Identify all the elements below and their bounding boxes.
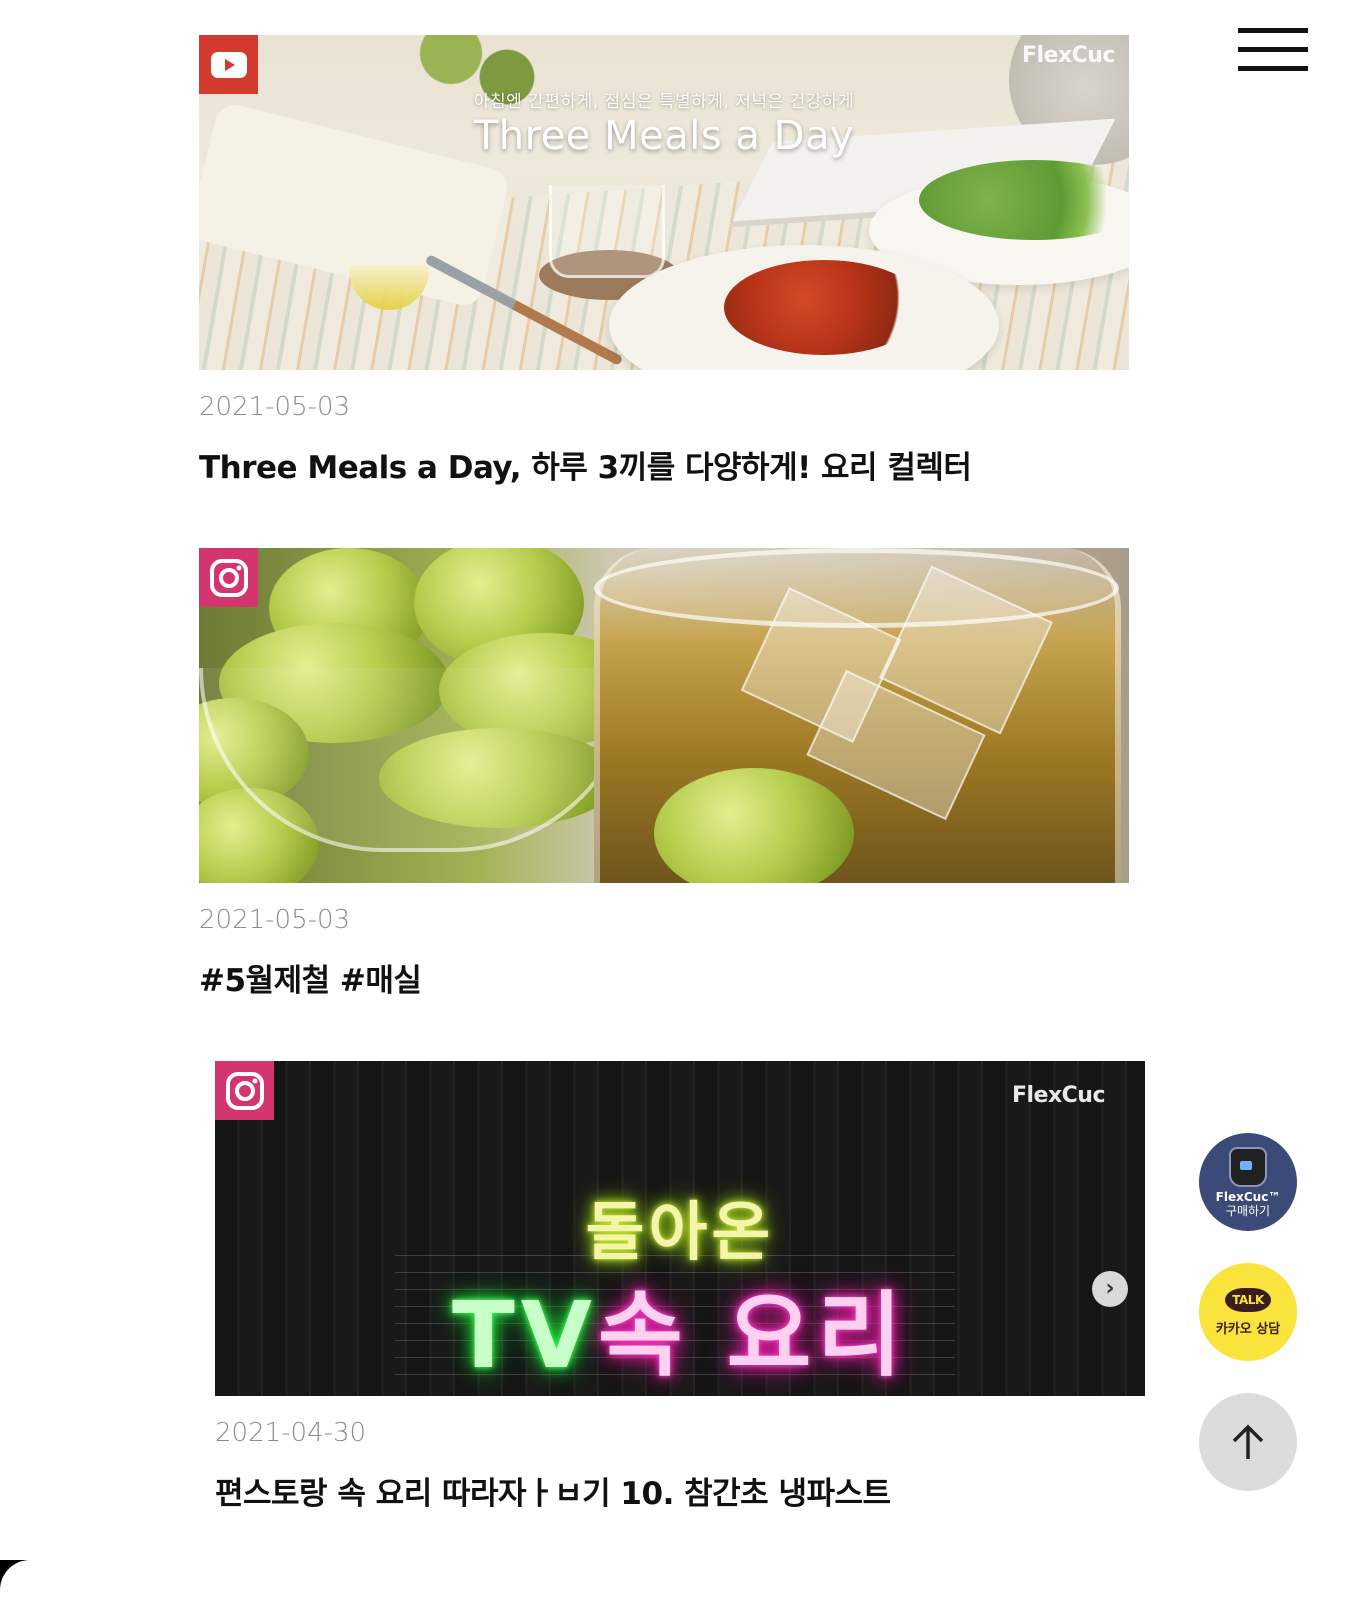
post-thumbnail[interactable] [199,548,1129,883]
kakao-consult-label: 카카오 상담 [1215,1321,1281,1337]
buy-button-product: FlexCuc™ [1215,1189,1281,1204]
post-card-2[interactable]: 2021-05-03 #5월제철 #매실 [199,548,1129,1008]
post-title[interactable]: 편스토랑 속 요리 따라자ㅏㅂ기 10. 참간초 냉파스트 [215,1468,891,1513]
chevron-right-icon[interactable]: › [1092,1271,1128,1307]
scroll-to-top-button[interactable] [1199,1393,1297,1491]
pressure-cooker-icon [1229,1146,1267,1187]
kakao-talk-icon: TALK [1225,1287,1271,1312]
post-thumbnail[interactable]: 돌아온 TV속 요리 FlexCuc › [215,1061,1145,1396]
youtube-icon [199,35,258,94]
post-date: 2021-04-30 [215,1418,367,1448]
kakao-consult-button[interactable]: TALK 카카오 상담 [1199,1263,1297,1361]
instagram-icon [199,548,258,607]
buy-button-label: 구매하기 [1225,1203,1271,1218]
instagram-icon [215,1061,274,1120]
post-card-3[interactable]: 돌아온 TV속 요리 FlexCuc › 2021-04-30 편스토랑 속 요… [215,1061,1145,1521]
neon-text-line-1: 돌아온 [585,1196,775,1270]
hamburger-menu-icon[interactable] [1238,28,1308,72]
window-corner [0,1560,60,1620]
flexcuc-logo: FlexCuc [1021,43,1116,68]
buy-flexcuc-button[interactable]: FlexCuc™ 구매하기 [1199,1133,1297,1231]
post-date: 2021-05-03 [199,905,351,935]
flexcuc-logo: FlexCuc [1011,1083,1106,1108]
thumbnail-caption: Three Meals a Day [473,113,855,159]
post-title[interactable]: Three Meals a Day, 하루 3끼를 다양하게! 요리 컬렉터 [199,442,972,487]
thumbnail-subcaption: 아침엔 간편하게, 점심은 특별하게, 저녁은 건강하게 [473,92,855,112]
post-date: 2021-05-03 [199,392,351,422]
arrow-up-icon [1232,1424,1264,1459]
neon-text-line-2: TV속 요리 [452,1282,908,1389]
post-card-1[interactable]: FlexCuc 아침엔 간편하게, 점심은 특별하게, 저녁은 건강하게 Thr… [199,35,1129,495]
post-thumbnail[interactable]: FlexCuc 아침엔 간편하게, 점심은 특별하게, 저녁은 건강하게 Thr… [199,35,1129,370]
post-title[interactable]: #5월제철 #매실 [199,955,422,1000]
